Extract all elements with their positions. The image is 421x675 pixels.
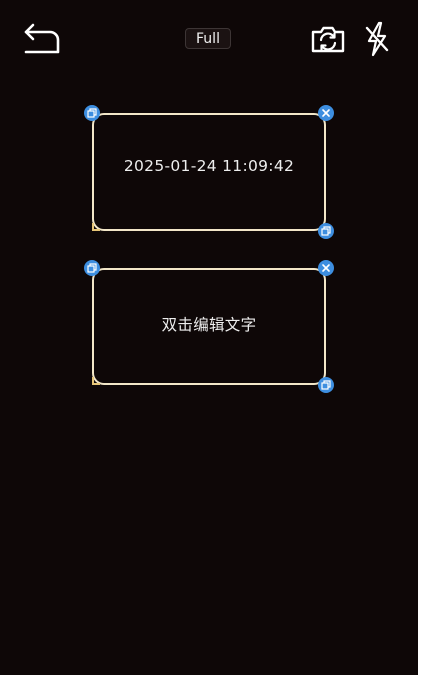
editable-text: 双击编辑文字: [161, 316, 257, 334]
corner-mark: [92, 377, 100, 385]
switch-camera-icon: [311, 26, 345, 53]
timestamp-text: 2025-01-24 11:09:42: [123, 157, 295, 175]
corner-mark: [92, 223, 100, 231]
flash-off-icon: [365, 21, 389, 57]
flash-button[interactable]: [362, 18, 392, 60]
camera-screen: Full 2025-01-24 11:09:42 双击编辑文字: [0, 0, 418, 675]
copy-handle[interactable]: [84, 105, 100, 121]
delete-handle[interactable]: [318, 105, 334, 121]
copy-icon: [87, 263, 97, 273]
mode-full-button[interactable]: Full: [185, 28, 231, 49]
delete-handle[interactable]: [318, 260, 334, 276]
back-button[interactable]: [20, 20, 62, 58]
switch-camera-button[interactable]: [308, 20, 348, 58]
close-icon: [322, 264, 330, 272]
resize-icon: [321, 226, 331, 236]
resize-handle[interactable]: [318, 377, 334, 393]
resize-icon: [321, 380, 331, 390]
editable-text-box[interactable]: 双击编辑文字: [84, 260, 334, 393]
resize-handle[interactable]: [318, 223, 334, 239]
copy-handle[interactable]: [84, 260, 100, 276]
close-icon: [322, 109, 330, 117]
copy-icon: [87, 108, 97, 118]
back-arrow-icon: [24, 23, 60, 54]
timestamp-text-box[interactable]: 2025-01-24 11:09:42: [84, 105, 334, 239]
